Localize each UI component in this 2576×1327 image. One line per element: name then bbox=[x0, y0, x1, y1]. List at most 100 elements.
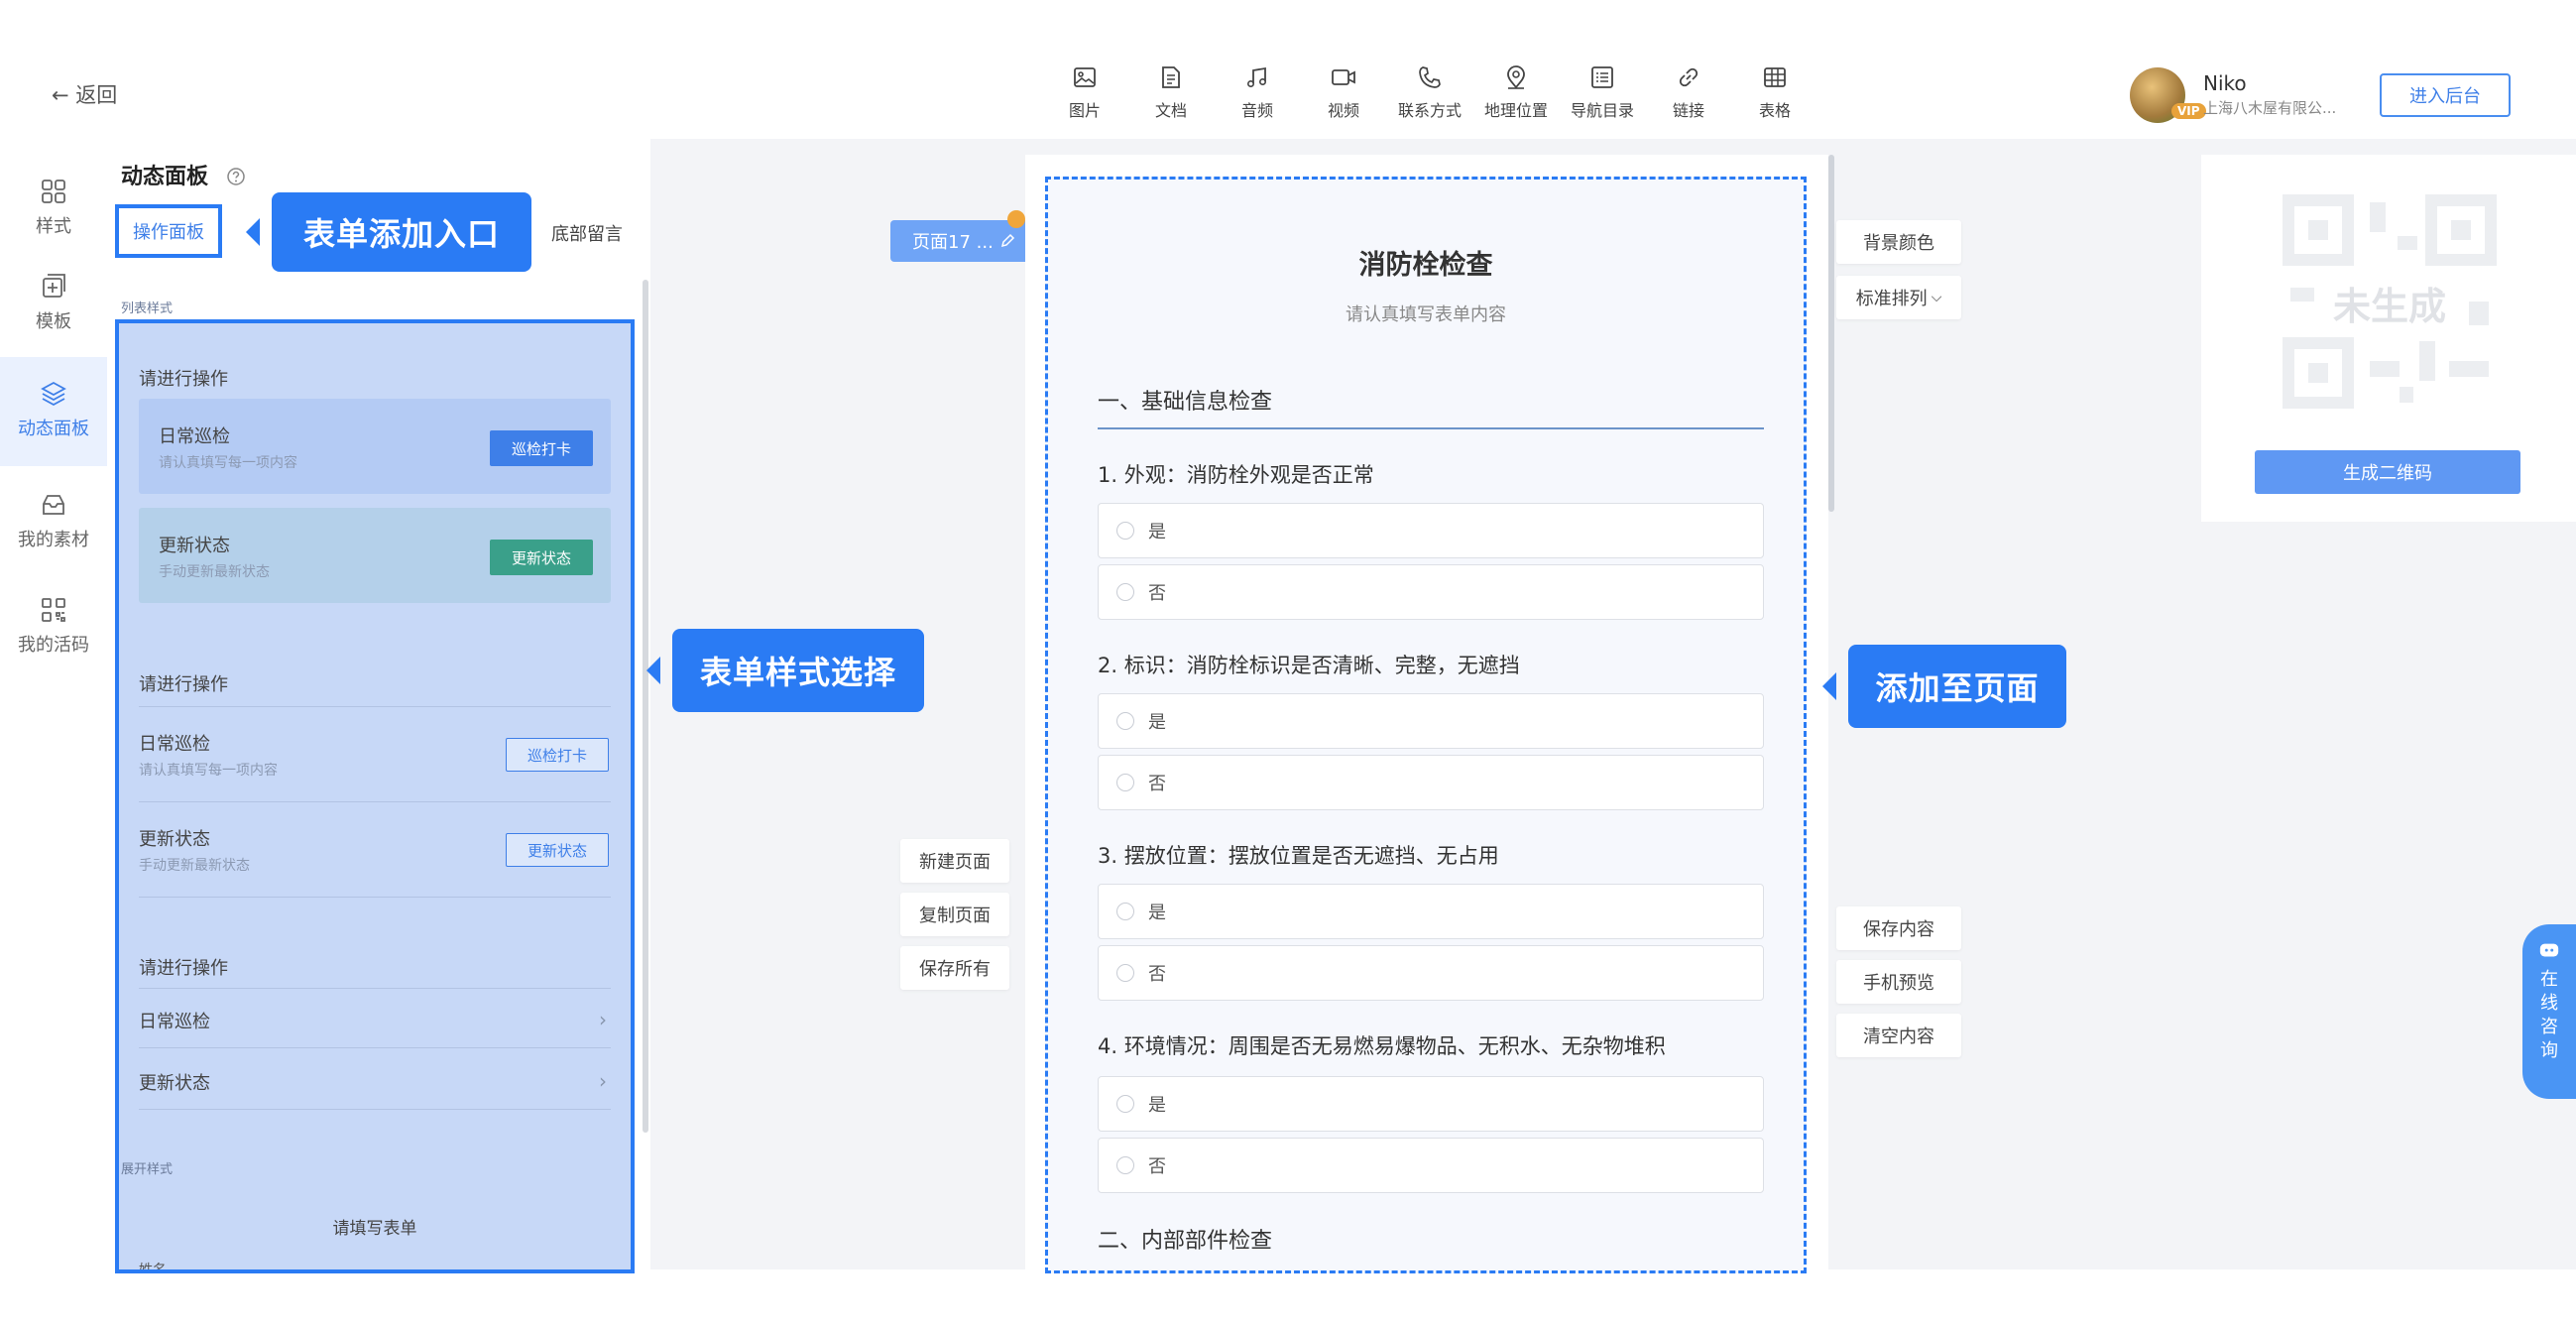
online-consult-button[interactable]: 在 线 咨 询 bbox=[2522, 924, 2576, 1099]
save-content-button[interactable]: 保存内容 bbox=[1836, 906, 1961, 950]
phone-preview-button[interactable]: 手机预览 bbox=[1836, 960, 1961, 1004]
toolbar-location[interactable]: 地理位置 bbox=[1480, 63, 1552, 121]
radio-icon bbox=[1116, 1156, 1134, 1174]
tab-operation-panel[interactable]: 操作面板 bbox=[115, 204, 222, 258]
toolbar-video[interactable]: 视频 bbox=[1308, 63, 1379, 121]
nav-template[interactable]: 模板 bbox=[0, 256, 107, 351]
form-style-preview: 请进行操作 日常巡检 请认真填写每一项内容 巡检打卡 更新状态 手动更新最新状态… bbox=[115, 319, 635, 1273]
divider bbox=[139, 706, 611, 707]
option-label: 否 bbox=[1148, 583, 1166, 604]
callout-style-select: 表单样式选择 bbox=[646, 629, 924, 712]
section-label: 展开样式 bbox=[121, 1162, 174, 1177]
consult-char: 线 bbox=[2540, 993, 2558, 1014]
radio-icon bbox=[1116, 903, 1134, 920]
divider bbox=[139, 1109, 611, 1110]
radio-icon bbox=[1116, 964, 1134, 982]
toolbar-document[interactable]: 文档 bbox=[1135, 63, 1207, 121]
nav-my-codes[interactable]: 我的活码 bbox=[0, 581, 107, 676]
radio-option[interactable]: 是 bbox=[1098, 884, 1764, 939]
radio-icon bbox=[1116, 774, 1134, 791]
preview-card-sub: 请认真填写每一项内容 bbox=[159, 455, 297, 471]
preview-card[interactable]: 日常巡检 请认真填写每一项内容 巡检打卡 bbox=[139, 399, 611, 494]
tab-bottom-message[interactable]: 底部留言 bbox=[551, 220, 623, 246]
back-button[interactable]: ← 返回 bbox=[52, 79, 117, 109]
radio-option[interactable]: 是 bbox=[1098, 1076, 1764, 1132]
preview-row-button[interactable]: 巡检打卡 bbox=[506, 738, 609, 772]
layout-dropdown[interactable]: 标准排列 ⌵ bbox=[1836, 276, 1961, 319]
layout-label: 标准排列 bbox=[1855, 289, 1928, 309]
toolbar-image[interactable]: 图片 bbox=[1049, 63, 1120, 121]
clear-content-button[interactable]: 清空内容 bbox=[1836, 1014, 1961, 1057]
tool-label: 文档 bbox=[1154, 101, 1187, 120]
tool-label: 音频 bbox=[1240, 101, 1273, 120]
preview-row-button[interactable]: 更新状态 bbox=[506, 833, 609, 867]
toolbar-contact[interactable]: 联系方式 bbox=[1394, 63, 1465, 121]
preview-group-title: 请进行操作 bbox=[139, 369, 228, 390]
help-icon[interactable] bbox=[226, 167, 246, 186]
nav-style[interactable]: 样式 bbox=[0, 159, 107, 248]
tool-label: 图片 bbox=[1068, 101, 1101, 120]
vip-badge: VIP bbox=[2171, 103, 2206, 119]
preview-card[interactable]: 更新状态 手动更新最新状态 更新状态 bbox=[139, 508, 611, 603]
chevron-down-icon: ⌵ bbox=[1931, 290, 1942, 305]
radio-option[interactable]: 否 bbox=[1098, 755, 1764, 810]
tool-label: 表格 bbox=[1758, 101, 1791, 120]
form-title: 消防栓检查 bbox=[1358, 250, 1493, 281]
generate-qr-button[interactable]: 生成二维码 bbox=[2255, 450, 2520, 494]
divider bbox=[139, 988, 611, 989]
divider bbox=[139, 897, 611, 898]
radio-icon bbox=[1116, 583, 1134, 601]
radio-option[interactable]: 否 bbox=[1098, 945, 1764, 1001]
user-name: Niko bbox=[2203, 71, 2247, 95]
page-tag[interactable]: 页面17 ... bbox=[890, 220, 1029, 262]
background-color-button[interactable]: 背景颜色 bbox=[1836, 220, 1961, 264]
panel-title-text: 动态面板 bbox=[121, 165, 209, 189]
preview-card-button[interactable]: 更新状态 bbox=[490, 540, 593, 575]
radio-option[interactable]: 否 bbox=[1098, 1138, 1764, 1193]
nav-dynamic-panel[interactable]: 动态面板 bbox=[0, 357, 107, 466]
nav-my-materials[interactable]: 我的素材 bbox=[0, 476, 107, 571]
back-label: ← 返回 bbox=[52, 83, 118, 107]
radio-option[interactable]: 是 bbox=[1098, 693, 1764, 749]
nav-label: 模板 bbox=[36, 311, 71, 332]
phone-icon bbox=[1419, 66, 1441, 88]
toolbar-link[interactable]: 链接 bbox=[1653, 63, 1724, 121]
edit-icon[interactable] bbox=[999, 233, 1015, 249]
tool-label: 地理位置 bbox=[1483, 101, 1548, 120]
expand-form-title: 请填写表单 bbox=[332, 1219, 417, 1239]
qr-icon bbox=[42, 598, 65, 622]
preview-list-item[interactable]: 更新状态 bbox=[139, 1069, 210, 1095]
consult-char: 询 bbox=[2540, 1040, 2558, 1061]
sidebar-scrollbar[interactable] bbox=[643, 280, 648, 1133]
tool-label: 导航目录 bbox=[1570, 101, 1634, 120]
copy-page-button[interactable]: 复制页面 bbox=[900, 893, 1009, 936]
preview-group-title: 请进行操作 bbox=[139, 674, 228, 695]
preview-card-button[interactable]: 巡检打卡 bbox=[490, 430, 593, 466]
preview-card-title: 更新状态 bbox=[159, 536, 230, 556]
toolbar-table[interactable]: 表格 bbox=[1739, 63, 1811, 121]
preview-row-sub: 请认真填写每一项内容 bbox=[139, 763, 278, 779]
preview-group-title: 请进行操作 bbox=[139, 958, 228, 979]
tool-label: 联系方式 bbox=[1397, 101, 1462, 120]
nav-label: 动态面板 bbox=[18, 419, 89, 439]
section-divider bbox=[1098, 427, 1764, 429]
form-scrollbar[interactable] bbox=[1828, 155, 1834, 512]
preview-list-item[interactable]: 日常巡检 bbox=[139, 1008, 210, 1033]
video-icon bbox=[1332, 69, 1355, 85]
option-label: 否 bbox=[1148, 964, 1166, 985]
new-page-button[interactable]: 新建页面 bbox=[900, 839, 1009, 883]
form-canvas[interactable]: 消防栓检查 请认真填写表单内容 一、基础信息检查 1. 外观：消防栓外观是否正常… bbox=[1045, 177, 1807, 1273]
consult-char: 咨 bbox=[2540, 1017, 2558, 1037]
radio-option[interactable]: 是 bbox=[1098, 503, 1764, 558]
form-section-title: 二、内部部件检查 bbox=[1098, 1229, 1273, 1254]
save-all-button[interactable]: 保存所有 bbox=[900, 946, 1009, 990]
toolbar-audio[interactable]: 音频 bbox=[1222, 63, 1293, 121]
option-label: 是 bbox=[1148, 903, 1166, 923]
preview-card-title: 日常巡检 bbox=[159, 426, 230, 447]
table-icon bbox=[1764, 67, 1786, 87]
radio-option[interactable]: 否 bbox=[1098, 564, 1764, 620]
toolbar-navigation[interactable]: 导航目录 bbox=[1567, 63, 1638, 121]
form-section-title: 一、基础信息检查 bbox=[1098, 390, 1273, 415]
nav-label: 我的活码 bbox=[18, 635, 89, 656]
admin-button[interactable]: 进入后台 bbox=[2380, 73, 2511, 117]
